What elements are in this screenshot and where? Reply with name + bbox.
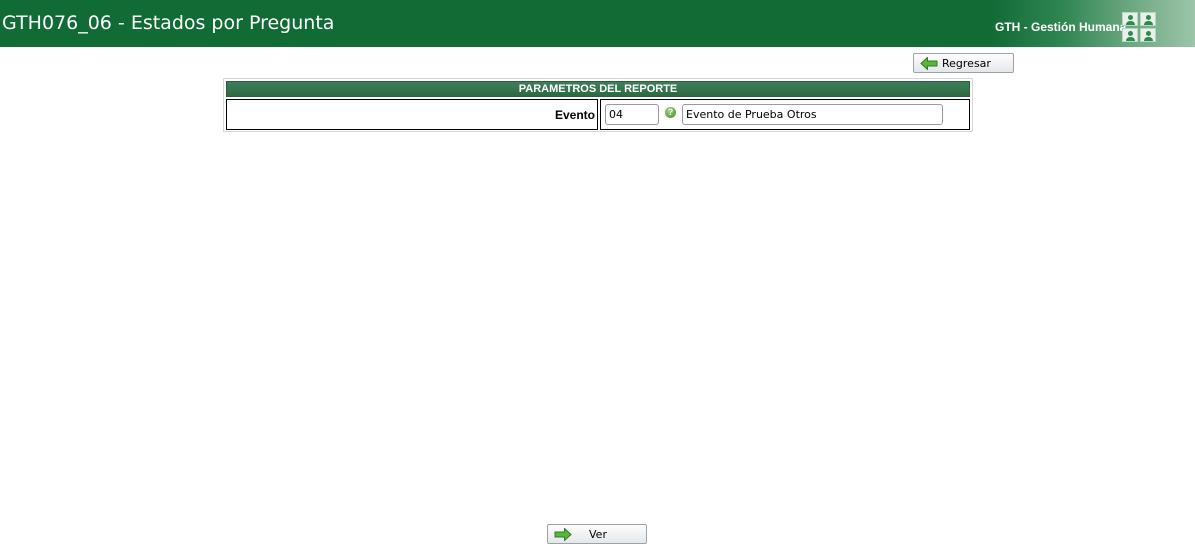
view-button-label: Ver [589, 528, 607, 541]
arrow-left-icon [920, 57, 938, 70]
header-bar: GTH076_06 - Estados por Pregunta GTH - G… [0, 0, 1195, 47]
evento-label-cell: Evento [226, 99, 598, 130]
evento-code-input[interactable] [605, 104, 659, 125]
page-title: GTH076_06 - Estados por Pregunta [2, 12, 335, 34]
parameters-header: PARAMETROS DEL REPORTE [226, 81, 970, 97]
help-icon[interactable]: ? [665, 107, 676, 118]
evento-label: Evento [554, 108, 595, 122]
arrow-right-icon [554, 528, 572, 541]
users-grid-icon [1122, 12, 1156, 42]
report-parameters-panel: PARAMETROS DEL REPORTE Evento ? [223, 78, 973, 132]
evento-description-input[interactable] [682, 104, 943, 125]
brand-banner: GTH - Gestión Humana [990, 0, 1195, 47]
back-button-label: Regresar [942, 57, 991, 70]
back-button[interactable]: Regresar [913, 53, 1014, 73]
brand-name: GTH - Gestión Humana [995, 20, 1127, 34]
view-button[interactable]: Ver [547, 524, 647, 544]
evento-value-cell: ? [600, 99, 970, 130]
